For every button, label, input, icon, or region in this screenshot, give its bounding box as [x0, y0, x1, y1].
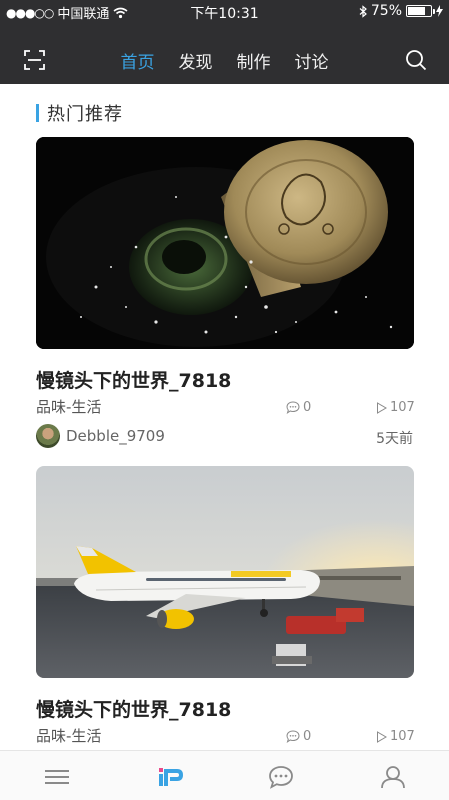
top-bar: ●●●○○ 中国联通 下午10:31 75% 首页 发现 制作 讨论 — [0, 0, 449, 84]
card-category[interactable]: 品味-生活 — [36, 396, 101, 417]
tab-create[interactable]: 制作 — [237, 48, 271, 73]
status-bar: ●●●○○ 中国联通 下午10:31 75% — [0, 0, 449, 24]
search-icon[interactable] — [405, 49, 427, 71]
main-tabs: 首页 发现 制作 讨论 — [0, 48, 449, 73]
author-info[interactable]: Debble_9709 — [36, 424, 165, 448]
battery-percent: 75% — [370, 3, 402, 19]
author-name[interactable]: Debble_9709 — [66, 427, 165, 445]
battery-icon — [406, 5, 435, 17]
card-title[interactable]: 慢镜头下的世界_7818 — [36, 695, 231, 722]
menu-icon[interactable] — [44, 765, 70, 789]
bottom-tab-bar — [0, 750, 449, 800]
airplane-image[interactable] — [36, 466, 414, 678]
chat-icon[interactable] — [268, 765, 294, 789]
tab-discuss[interactable]: 讨论 — [295, 48, 329, 73]
post-time: 5天前 — [376, 431, 413, 447]
play-count: 107 — [376, 400, 415, 415]
comment-count-value: 0 — [303, 400, 312, 415]
header-nav: 首页 发现 制作 讨论 — [0, 36, 449, 82]
tab-discover[interactable]: 发现 — [179, 48, 213, 73]
bluetooth-icon — [359, 4, 367, 18]
comment-icon — [286, 730, 300, 743]
play-count: 107 — [376, 729, 415, 744]
champagne-illustration — [36, 137, 414, 349]
comment-count: 0 — [286, 729, 311, 744]
card-category[interactable]: 品味-生活 — [36, 725, 101, 746]
section-title: 热门推荐 — [36, 100, 123, 126]
tab-home[interactable]: 首页 — [121, 48, 155, 73]
logo-icon[interactable] — [157, 765, 183, 789]
airplane-illustration — [36, 466, 414, 678]
section-title-text: 热门推荐 — [47, 104, 123, 125]
profile-icon[interactable] — [380, 765, 406, 789]
comment-count: 0 — [286, 400, 311, 415]
champagne-cork-image[interactable] — [36, 137, 414, 349]
play-count-value: 107 — [390, 400, 415, 415]
comment-count-value: 0 — [303, 729, 312, 744]
comment-icon — [286, 401, 300, 414]
charging-icon — [436, 5, 443, 17]
play-icon — [377, 401, 387, 414]
play-count-value: 107 — [390, 729, 415, 744]
card-title[interactable]: 慢镜头下的世界_7818 — [36, 366, 231, 393]
section-accent-bar — [36, 104, 39, 122]
avatar[interactable] — [36, 424, 60, 448]
play-icon — [377, 730, 387, 743]
